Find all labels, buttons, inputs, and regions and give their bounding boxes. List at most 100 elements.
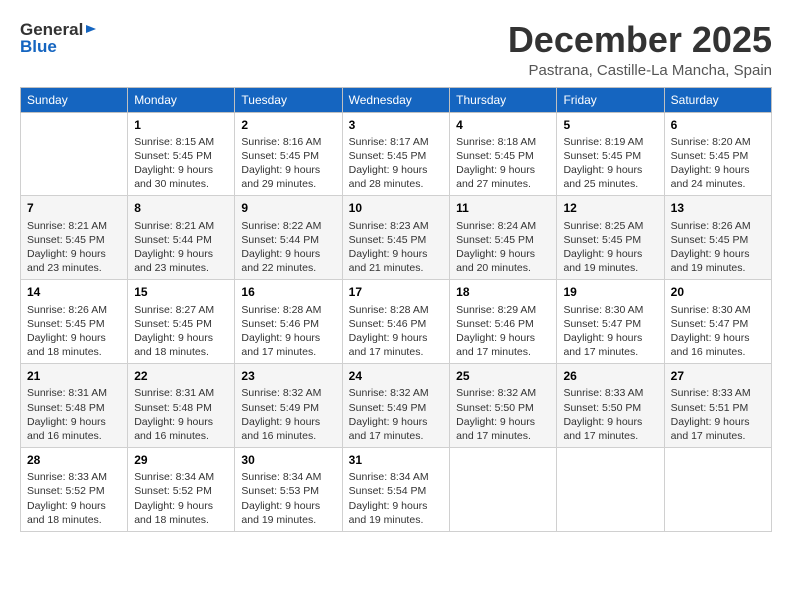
calendar-weekday-header: Wednesday	[342, 87, 450, 112]
day-number: 26	[563, 368, 657, 384]
calendar-day-cell: 3 Sunrise: 8:17 AM Sunset: 5:45 PM Daylig…	[342, 112, 450, 196]
calendar-day-cell: 10 Sunrise: 8:23 AM Sunset: 5:45 PM Dayli…	[342, 196, 450, 280]
calendar-weekday-header: Monday	[128, 87, 235, 112]
calendar-header-row: SundayMondayTuesdayWednesdayThursdayFrid…	[21, 87, 772, 112]
day-number: 20	[671, 284, 765, 300]
day-number: 22	[134, 368, 228, 384]
page: General Blue December 2025 Pastrana, Cas…	[0, 0, 792, 612]
day-info: Sunrise: 8:23 AM Sunset: 5:45 PM Dayligh…	[349, 219, 444, 276]
day-number: 12	[563, 200, 657, 216]
day-info: Sunrise: 8:26 AM Sunset: 5:45 PM Dayligh…	[671, 219, 765, 276]
day-number: 1	[134, 117, 228, 133]
day-info: Sunrise: 8:33 AM Sunset: 5:50 PM Dayligh…	[563, 386, 657, 443]
calendar-week-row: 28Sunrise: 8:33 AM Sunset: 5:52 PM Dayli…	[21, 448, 772, 532]
calendar-day-cell: 19 Sunrise: 8:30 AM Sunset: 5:47 PM Dayli…	[557, 280, 664, 364]
calendar-day-cell: 23Sunrise: 8:32 AM Sunset: 5:49 PM Dayli…	[235, 364, 342, 448]
calendar-day-cell: 17 Sunrise: 8:28 AM Sunset: 5:46 PM Dayli…	[342, 280, 450, 364]
logo-blue-text: Blue	[20, 37, 97, 57]
calendar-day-cell	[557, 448, 664, 532]
calendar-table: SundayMondayTuesdayWednesdayThursdayFrid…	[20, 87, 772, 532]
calendar-week-row: 1 Sunrise: 8:15 AM Sunset: 5:45 PM Daylig…	[21, 112, 772, 196]
calendar-day-cell: 4 Sunrise: 8:18 AM Sunset: 5:45 PM Daylig…	[450, 112, 557, 196]
day-number: 29	[134, 452, 228, 468]
logo-wordmark: General Blue	[20, 20, 97, 57]
day-info: Sunrise: 8:25 AM Sunset: 5:45 PM Dayligh…	[563, 219, 657, 276]
calendar-day-cell: 9Sunrise: 8:22 AM Sunset: 5:44 PM Daylig…	[235, 196, 342, 280]
calendar-weekday-header: Friday	[557, 87, 664, 112]
day-number: 4	[456, 117, 550, 133]
calendar-day-cell: 1 Sunrise: 8:15 AM Sunset: 5:45 PM Daylig…	[128, 112, 235, 196]
day-info: Sunrise: 8:20 AM Sunset: 5:45 PM Dayligh…	[671, 135, 765, 192]
calendar-day-cell: 2 Sunrise: 8:16 AM Sunset: 5:45 PM Daylig…	[235, 112, 342, 196]
day-info: Sunrise: 8:31 AM Sunset: 5:48 PM Dayligh…	[27, 386, 121, 443]
day-number: 31	[349, 452, 444, 468]
day-info: Sunrise: 8:34 AM Sunset: 5:54 PM Dayligh…	[349, 470, 444, 527]
day-number: 2	[241, 117, 335, 133]
calendar-day-cell: 21 Sunrise: 8:31 AM Sunset: 5:48 PM Dayli…	[21, 364, 128, 448]
day-info: Sunrise: 8:33 AM Sunset: 5:51 PM Dayligh…	[671, 386, 765, 443]
day-info: Sunrise: 8:17 AM Sunset: 5:45 PM Dayligh…	[349, 135, 444, 192]
calendar-weekday-header: Tuesday	[235, 87, 342, 112]
calendar-day-cell	[664, 448, 771, 532]
calendar-day-cell: 31 Sunrise: 8:34 AM Sunset: 5:54 PM Dayli…	[342, 448, 450, 532]
day-info: Sunrise: 8:34 AM Sunset: 5:53 PM Dayligh…	[241, 470, 335, 527]
day-number: 27	[671, 368, 765, 384]
day-info: Sunrise: 8:18 AM Sunset: 5:45 PM Dayligh…	[456, 135, 550, 192]
day-info: Sunrise: 8:28 AM Sunset: 5:46 PM Dayligh…	[349, 303, 444, 360]
header: General Blue December 2025 Pastrana, Cas…	[20, 20, 772, 79]
calendar-weekday-header: Thursday	[450, 87, 557, 112]
day-number: 6	[671, 117, 765, 133]
calendar-week-row: 7Sunrise: 8:21 AM Sunset: 5:45 PM Daylig…	[21, 196, 772, 280]
day-info: Sunrise: 8:15 AM Sunset: 5:45 PM Dayligh…	[134, 135, 228, 192]
day-info: Sunrise: 8:28 AM Sunset: 5:46 PM Dayligh…	[241, 303, 335, 360]
calendar-day-cell: 12 Sunrise: 8:25 AM Sunset: 5:45 PM Dayli…	[557, 196, 664, 280]
title-block: December 2025 Pastrana, Castille-La Manc…	[508, 20, 772, 79]
calendar-weekday-header: Saturday	[664, 87, 771, 112]
calendar-day-cell: 22 Sunrise: 8:31 AM Sunset: 5:48 PM Dayli…	[128, 364, 235, 448]
calendar-weekday-header: Sunday	[21, 87, 128, 112]
day-number: 17	[349, 284, 444, 300]
day-info: Sunrise: 8:33 AM Sunset: 5:52 PM Dayligh…	[27, 470, 121, 527]
day-info: Sunrise: 8:30 AM Sunset: 5:47 PM Dayligh…	[671, 303, 765, 360]
day-number: 19	[563, 284, 657, 300]
day-info: Sunrise: 8:34 AM Sunset: 5:52 PM Dayligh…	[134, 470, 228, 527]
calendar-day-cell: 28Sunrise: 8:33 AM Sunset: 5:52 PM Dayli…	[21, 448, 128, 532]
calendar-day-cell: 7Sunrise: 8:21 AM Sunset: 5:45 PM Daylig…	[21, 196, 128, 280]
calendar-title: December 2025	[508, 20, 772, 60]
calendar-day-cell: 27 Sunrise: 8:33 AM Sunset: 5:51 PM Dayli…	[664, 364, 771, 448]
day-info: Sunrise: 8:22 AM Sunset: 5:44 PM Dayligh…	[241, 219, 335, 276]
day-number: 11	[456, 200, 550, 216]
day-number: 16	[241, 284, 335, 300]
day-info: Sunrise: 8:32 AM Sunset: 5:49 PM Dayligh…	[349, 386, 444, 443]
day-number: 24	[349, 368, 444, 384]
calendar-day-cell: 25 Sunrise: 8:32 AM Sunset: 5:50 PM Dayli…	[450, 364, 557, 448]
day-info: Sunrise: 8:29 AM Sunset: 5:46 PM Dayligh…	[456, 303, 550, 360]
day-info: Sunrise: 8:16 AM Sunset: 5:45 PM Dayligh…	[241, 135, 335, 192]
calendar-day-cell: 20 Sunrise: 8:30 AM Sunset: 5:47 PM Dayli…	[664, 280, 771, 364]
calendar-subtitle: Pastrana, Castille-La Mancha, Spain	[508, 62, 772, 79]
day-info: Sunrise: 8:19 AM Sunset: 5:45 PM Dayligh…	[563, 135, 657, 192]
calendar-day-cell: 13Sunrise: 8:26 AM Sunset: 5:45 PM Dayli…	[664, 196, 771, 280]
day-info: Sunrise: 8:32 AM Sunset: 5:50 PM Dayligh…	[456, 386, 550, 443]
day-number: 25	[456, 368, 550, 384]
calendar-day-cell: 18Sunrise: 8:29 AM Sunset: 5:46 PM Dayli…	[450, 280, 557, 364]
day-number: 5	[563, 117, 657, 133]
day-number: 30	[241, 452, 335, 468]
day-number: 7	[27, 200, 121, 216]
day-number: 10	[349, 200, 444, 216]
day-info: Sunrise: 8:31 AM Sunset: 5:48 PM Dayligh…	[134, 386, 228, 443]
day-info: Sunrise: 8:27 AM Sunset: 5:45 PM Dayligh…	[134, 303, 228, 360]
day-info: Sunrise: 8:32 AM Sunset: 5:49 PM Dayligh…	[241, 386, 335, 443]
calendar-day-cell	[450, 448, 557, 532]
day-number: 3	[349, 117, 444, 133]
day-number: 14	[27, 284, 121, 300]
day-number: 21	[27, 368, 121, 384]
calendar-day-cell: 24 Sunrise: 8:32 AM Sunset: 5:49 PM Dayli…	[342, 364, 450, 448]
calendar-day-cell	[21, 112, 128, 196]
calendar-day-cell: 11Sunrise: 8:24 AM Sunset: 5:45 PM Dayli…	[450, 196, 557, 280]
day-info: Sunrise: 8:26 AM Sunset: 5:45 PM Dayligh…	[27, 303, 121, 360]
calendar-day-cell: 29 Sunrise: 8:34 AM Sunset: 5:52 PM Dayli…	[128, 448, 235, 532]
calendar-week-row: 21 Sunrise: 8:31 AM Sunset: 5:48 PM Dayli…	[21, 364, 772, 448]
day-info: Sunrise: 8:30 AM Sunset: 5:47 PM Dayligh…	[563, 303, 657, 360]
calendar-day-cell: 26 Sunrise: 8:33 AM Sunset: 5:50 PM Dayli…	[557, 364, 664, 448]
